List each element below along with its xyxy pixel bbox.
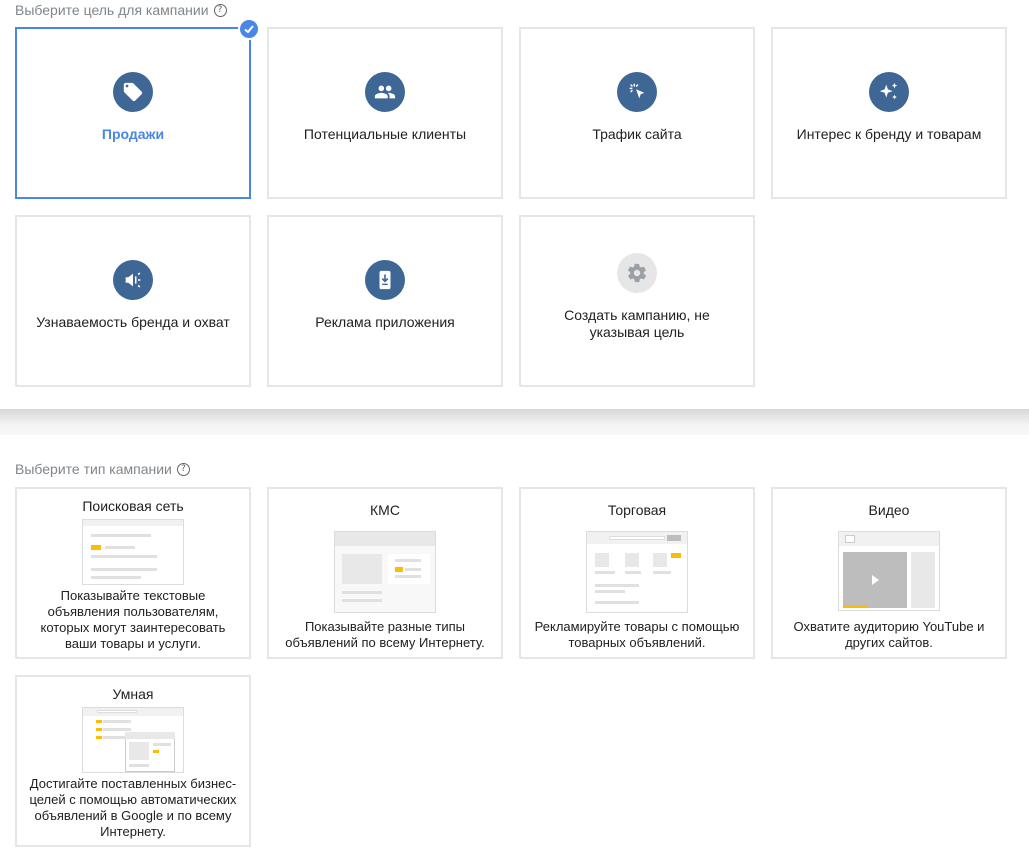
video-illustration bbox=[838, 531, 940, 611]
goal-card-sales[interactable]: Продажи bbox=[15, 18, 260, 199]
gear-icon bbox=[617, 253, 657, 293]
check-icon bbox=[238, 18, 260, 40]
tag-icon bbox=[113, 72, 153, 112]
play-icon bbox=[872, 575, 879, 585]
type-title: Торговая bbox=[607, 502, 667, 518]
shopping-illustration bbox=[586, 531, 688, 613]
type-card-video[interactable]: Видео Охватите аудиторию YouTube и други… bbox=[771, 487, 1007, 659]
goal-label: Потенциальные клиенты bbox=[303, 126, 467, 142]
goal-card-leads[interactable]: Потенциальные клиенты bbox=[267, 27, 503, 199]
megaphone-icon bbox=[113, 260, 153, 300]
goal-label: Узнаваемость бренда и охват bbox=[36, 314, 230, 330]
type-title: Видео bbox=[868, 502, 910, 518]
type-desc: Показывайте разные типы объявлений по вс… bbox=[285, 619, 485, 650]
type-card-shopping[interactable]: Торговая Рекламируйте товары с помощью т… bbox=[519, 487, 755, 659]
phone-download-icon bbox=[365, 260, 405, 300]
type-desc: Охватите аудиторию YouTube и других сайт… bbox=[793, 619, 985, 650]
goal-card-awareness[interactable]: Узнаваемость бренда и охват bbox=[15, 215, 251, 387]
goal-label: Интерес к бренду и товарам bbox=[796, 126, 982, 142]
type-desc: Достигайте поставленных бизнес-целей с п… bbox=[29, 776, 237, 839]
type-desc: Рекламируйте товары с помощью товарных о… bbox=[534, 619, 740, 650]
type-title: Поисковая сеть bbox=[82, 498, 184, 514]
goals-section-label: Выберите цель для кампании ? bbox=[15, 2, 227, 18]
goal-card-brand-interest[interactable]: Интерес к бренду и товарам bbox=[771, 27, 1007, 199]
goal-card-app[interactable]: Реклама приложения bbox=[267, 215, 503, 387]
goal-card-no-goal[interactable]: Создать кампанию, не указывая цель bbox=[519, 215, 755, 387]
help-icon[interactable]: ? bbox=[213, 3, 227, 17]
display-illustration bbox=[334, 531, 436, 613]
type-desc: Показывайте текстовые объявления пользов… bbox=[40, 588, 226, 651]
help-icon[interactable]: ? bbox=[176, 462, 190, 476]
smart-illustration bbox=[82, 707, 184, 773]
type-card-smart[interactable]: Умная Достигайте поставленных бизнес-цел… bbox=[15, 675, 251, 847]
goal-label: Продажи bbox=[101, 126, 165, 142]
section-divider bbox=[0, 409, 1029, 435]
sparkle-icon bbox=[869, 72, 909, 112]
goal-label: Трафик сайта bbox=[592, 126, 682, 142]
people-icon bbox=[365, 72, 405, 112]
goal-label: Создать кампанию, не указывая цель bbox=[564, 307, 710, 340]
types-section-label: Выберите тип кампании ? bbox=[15, 461, 190, 477]
goal-card-traffic[interactable]: Трафик сайта bbox=[519, 27, 755, 199]
type-card-display[interactable]: КМС Показывайте разные типы объявлений п… bbox=[267, 487, 503, 659]
type-title: КМС bbox=[370, 502, 400, 518]
type-title: Умная bbox=[112, 686, 154, 702]
goal-label: Реклама приложения bbox=[315, 314, 455, 330]
search-illustration bbox=[82, 519, 184, 585]
type-card-search[interactable]: Поисковая сеть Показывайте текстовые объ… bbox=[15, 487, 251, 659]
click-icon bbox=[617, 72, 657, 112]
